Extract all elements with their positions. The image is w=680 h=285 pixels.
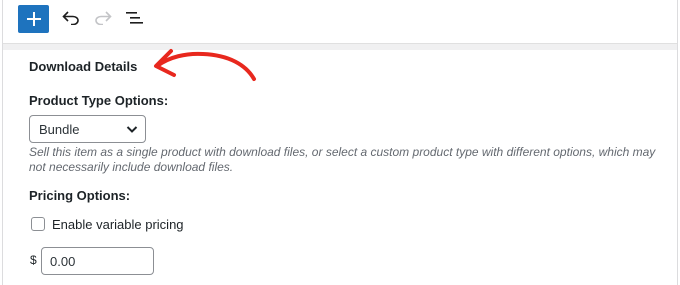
list-view-icon (126, 12, 143, 24)
redo-button[interactable] (91, 6, 115, 30)
variable-pricing-checkbox[interactable] (31, 217, 45, 231)
download-details-panel: Download Details Product Type Options: B… (3, 50, 677, 285)
annotation-arrow-icon (154, 49, 256, 81)
variable-pricing-label[interactable]: Enable variable pricing (52, 217, 184, 232)
section-title: Download Details (29, 59, 138, 74)
product-type-label: Product Type Options: (29, 93, 169, 108)
undo-button[interactable] (59, 6, 83, 30)
product-type-selected-value: Bundle (39, 121, 80, 137)
editor-toolbar (3, 0, 677, 44)
product-type-select[interactable]: Bundle (29, 115, 146, 143)
editor-frame: Download Details Product Type Options: B… (2, 0, 678, 285)
currency-symbol: $ (30, 253, 37, 267)
pricing-options-label: Pricing Options: (29, 188, 131, 203)
product-type-description: Sell this item as a single product with … (29, 145, 656, 174)
redo-icon (95, 11, 112, 25)
add-block-button[interactable] (18, 5, 49, 33)
price-input[interactable] (41, 247, 154, 275)
undo-icon (62, 11, 79, 25)
list-view-button[interactable] (123, 6, 147, 30)
plus-icon (26, 12, 41, 26)
chevron-down-icon (126, 126, 138, 133)
